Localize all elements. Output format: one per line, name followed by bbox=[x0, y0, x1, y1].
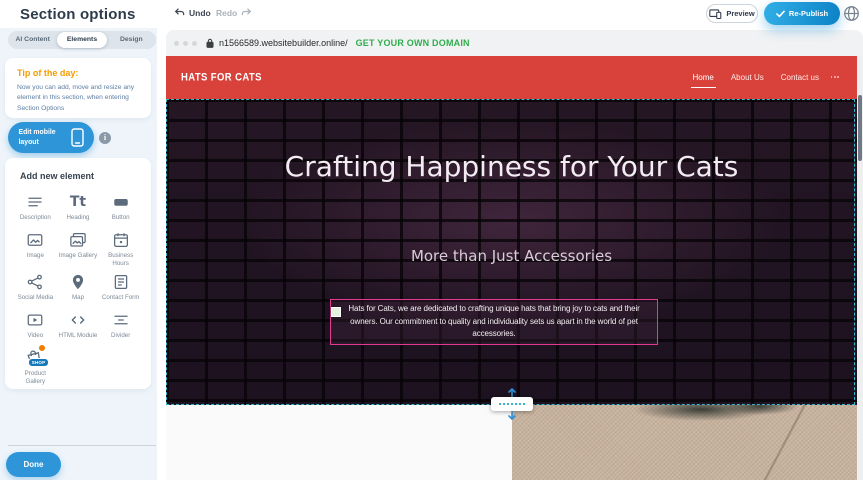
undo-icon bbox=[174, 7, 185, 18]
redo-label: Redo bbox=[216, 8, 237, 18]
tab-design[interactable]: Design bbox=[107, 31, 156, 49]
social-media-icon bbox=[25, 272, 45, 292]
arrow-up-icon bbox=[507, 388, 517, 397]
business-hours-icon bbox=[111, 230, 131, 250]
get-domain-link[interactable]: GET YOUR OWN DOMAIN bbox=[356, 38, 470, 48]
element-business-hours[interactable]: Business Hours bbox=[99, 228, 142, 269]
product-gallery-icon: SHOP bbox=[25, 348, 45, 368]
done-button[interactable]: Done bbox=[6, 452, 61, 477]
window-dots-icon bbox=[174, 41, 197, 46]
new-badge-dot bbox=[38, 344, 46, 352]
devices-icon bbox=[709, 9, 722, 19]
tab-ai-content[interactable]: AI Content bbox=[8, 31, 57, 49]
edit-mobile-label: Edit mobile layout bbox=[19, 128, 65, 147]
tip-body: Now you can add, move and resize any ele… bbox=[17, 83, 139, 114]
html-module-icon bbox=[68, 310, 88, 330]
tip-of-the-day-card: Tip of the day: Now you can add, move an… bbox=[5, 58, 151, 118]
hero-textbox[interactable]: Hats for Cats, we are dedicated to craft… bbox=[330, 299, 658, 345]
lock-icon bbox=[206, 38, 214, 48]
element-video[interactable]: Video bbox=[14, 308, 57, 345]
nav-about-us[interactable]: About Us bbox=[731, 69, 764, 86]
next-section-cat-image[interactable] bbox=[512, 405, 857, 480]
site-logo[interactable]: HATS FOR CATS bbox=[181, 71, 262, 84]
sidebar-tabs: AI Content Elements Design bbox=[8, 31, 156, 49]
element-image-gallery[interactable]: Image Gallery bbox=[57, 228, 100, 269]
sidebar: AI Content Elements Design Tip of the da… bbox=[0, 28, 157, 480]
preview-label: Preview bbox=[726, 9, 754, 18]
preview-button[interactable]: Preview bbox=[706, 4, 758, 23]
hero-title[interactable]: Crafting Happiness for Your Cats bbox=[166, 147, 857, 188]
scrollbar-thumb[interactable] bbox=[858, 95, 862, 161]
republish-button[interactable]: Re-Publish bbox=[764, 2, 840, 25]
divider-icon bbox=[111, 310, 131, 330]
element-html-module[interactable]: HTML Module bbox=[57, 308, 100, 345]
element-button[interactable]: Button bbox=[99, 190, 142, 227]
site-url[interactable]: n1566589.websitebuilder.online/ bbox=[219, 38, 348, 48]
site-header: HATS FOR CATS Home About Us Contact us bbox=[166, 56, 857, 99]
undo-button[interactable]: Undo bbox=[174, 7, 211, 18]
element-heading[interactable]: Tt Heading bbox=[57, 190, 100, 227]
nav-contact-us[interactable]: Contact us bbox=[781, 69, 819, 86]
check-icon bbox=[776, 10, 785, 18]
topbar: Section options Undo Redo Preview Re-Pub… bbox=[0, 0, 863, 28]
add-element-panel: Add new element Description Tt Heading bbox=[5, 158, 151, 389]
phone-icon bbox=[71, 128, 84, 147]
hero-subtitle[interactable]: More than Just Accessories bbox=[166, 247, 857, 265]
nav-home[interactable]: Home bbox=[693, 69, 714, 86]
element-grid: Description Tt Heading Button Ima bbox=[14, 190, 142, 386]
element-description[interactable]: Description bbox=[14, 190, 57, 227]
map-icon bbox=[68, 272, 88, 292]
description-icon bbox=[25, 192, 45, 212]
tab-elements[interactable]: Elements bbox=[57, 32, 106, 48]
contact-form-icon bbox=[111, 272, 131, 292]
hero-section[interactable]: Crafting Happiness for Your Cats More th… bbox=[166, 99, 857, 405]
add-element-title: Add new element bbox=[20, 171, 142, 181]
hero-paragraph: Hats for Cats, we are dedicated to craft… bbox=[339, 303, 649, 341]
button-icon bbox=[111, 192, 131, 212]
globe-icon[interactable] bbox=[843, 5, 860, 22]
arrow-down-icon bbox=[507, 411, 517, 420]
page-title: Section options bbox=[20, 6, 136, 23]
republish-label: Re-Publish bbox=[789, 9, 828, 18]
edit-mobile-layout-button[interactable]: Edit mobile layout bbox=[8, 122, 94, 153]
element-product-gallery[interactable]: SHOP Product Gallery bbox=[14, 346, 57, 387]
image-gallery-icon bbox=[68, 230, 88, 250]
sidebar-divider bbox=[8, 445, 156, 446]
tip-title: Tip of the day: bbox=[17, 68, 139, 78]
app-window: Section options Undo Redo Preview Re-Pub… bbox=[0, 0, 863, 480]
next-section-background bbox=[166, 405, 512, 480]
redo-icon bbox=[241, 7, 252, 18]
element-social-media[interactable]: Social Media bbox=[14, 270, 57, 307]
resize-pill[interactable] bbox=[491, 397, 533, 411]
preview-scrollbar[interactable] bbox=[857, 56, 863, 480]
element-divider[interactable]: Divider bbox=[99, 308, 142, 345]
video-icon bbox=[25, 310, 45, 330]
shop-badge: SHOP bbox=[28, 358, 50, 367]
undo-label: Undo bbox=[189, 8, 211, 18]
element-image[interactable]: Image bbox=[14, 228, 57, 269]
redo-button[interactable]: Redo bbox=[216, 7, 252, 18]
nav-more-icon[interactable] bbox=[831, 76, 839, 78]
image-icon bbox=[25, 230, 45, 250]
resize-grip-dots bbox=[499, 403, 525, 405]
site-nav: Home About Us Contact us bbox=[693, 56, 820, 99]
element-contact-form[interactable]: Contact Form bbox=[99, 270, 142, 307]
info-icon[interactable]: i bbox=[99, 132, 111, 144]
element-map[interactable]: Map bbox=[57, 270, 100, 307]
browser-bar: n1566589.websitebuilder.online/ GET YOUR… bbox=[166, 30, 863, 56]
textbox-drag-handle[interactable] bbox=[331, 307, 341, 317]
heading-icon: Tt bbox=[68, 192, 88, 212]
section-resize-handle[interactable] bbox=[489, 388, 535, 422]
